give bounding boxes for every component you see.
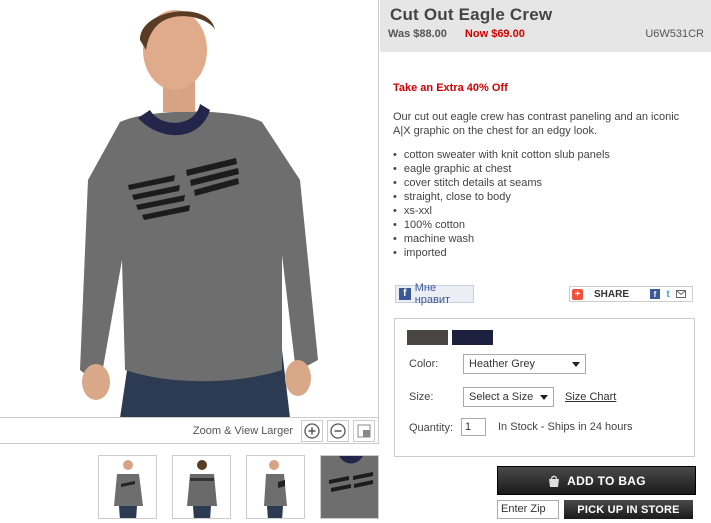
thumbnail-strip [98,455,379,519]
size-select-value: Select a Size [469,391,534,403]
product-page: Zoom & View Larger Cut Out Eagle Crew Wa… [0,0,711,523]
was-price: Was $88.00 [388,28,447,40]
thumbnail-front[interactable] [98,455,157,519]
add-to-bag-button[interactable]: ADD TO BAG [497,466,696,495]
thumbnail-back[interactable] [172,455,231,519]
swatch-heather-grey[interactable] [407,330,448,345]
thumbnail-side[interactable] [246,455,305,519]
color-label: Color: [409,358,439,370]
color-select-value: Heather Grey [469,358,536,370]
quantity-label: Quantity: [409,422,454,434]
facebook-like-button[interactable]: f Мне нравит [395,282,474,306]
bag-icon [549,475,560,487]
facebook-icon[interactable]: f [650,289,661,299]
product-description: Our cut out eagle crew has contrast pane… [393,111,680,137]
zoom-in-icon[interactable] [301,419,323,442]
feature-list: cotton sweater with knit cotton slub pan… [393,148,610,260]
thumbnail-detail[interactable] [320,455,379,519]
chevron-down-icon [540,395,548,400]
stock-status: In Stock - Ships in 24 hours [498,421,633,433]
fullscreen-icon[interactable] [353,419,375,442]
sku: U6W531CR [645,28,704,40]
promo-text: Take an Extra 40% Off [393,82,508,94]
zoom-out-icon[interactable] [327,419,349,442]
zip-input[interactable]: Enter Zip [497,500,559,519]
like-label: Мне нравит [414,282,451,306]
list-item: straight, close to body [393,190,610,204]
price-row: Was $88.00 Now $69.00 U6W531CR [388,28,704,40]
list-item: cotton sweater with knit cotton slub pan… [393,148,610,162]
quantity-input[interactable]: 1 [461,418,486,436]
share-label: SHARE [594,288,630,300]
list-item: eagle graphic at chest [393,162,610,176]
list-item: 100% cotton [393,218,610,232]
model-photo [0,0,378,417]
list-item: imported [393,246,610,260]
add-to-bag-label: ADD TO BAG [567,473,646,488]
list-item: cover stitch details at seams [393,176,610,190]
size-chart-link[interactable]: Size Chart [565,391,616,403]
product-title: Cut Out Eagle Crew [390,5,553,24]
swatch-navy[interactable] [452,330,493,345]
size-label: Size: [409,391,434,403]
facebook-icon: f [399,288,411,300]
main-product-image[interactable] [0,0,379,418]
product-options: Color: Heather Grey Size: Select a Size … [394,318,695,457]
color-select[interactable]: Heather Grey [463,354,586,374]
zoom-label[interactable]: Zoom & View Larger [193,425,293,437]
list-item: xs-xxl [393,204,610,218]
chevron-down-icon [572,362,580,367]
now-price: Now $69.00 [464,28,525,40]
zoom-bar: Zoom & View Larger [0,418,379,444]
twitter-icon[interactable]: t [663,289,674,300]
share-plus-icon: + [572,288,583,300]
share-button[interactable]: + SHARE f t [569,286,693,302]
pickup-in-store-button[interactable]: PICK UP IN STORE [564,500,693,519]
size-select[interactable]: Select a Size [463,387,554,407]
list-item: machine wash [393,232,610,246]
email-icon[interactable] [676,289,687,299]
